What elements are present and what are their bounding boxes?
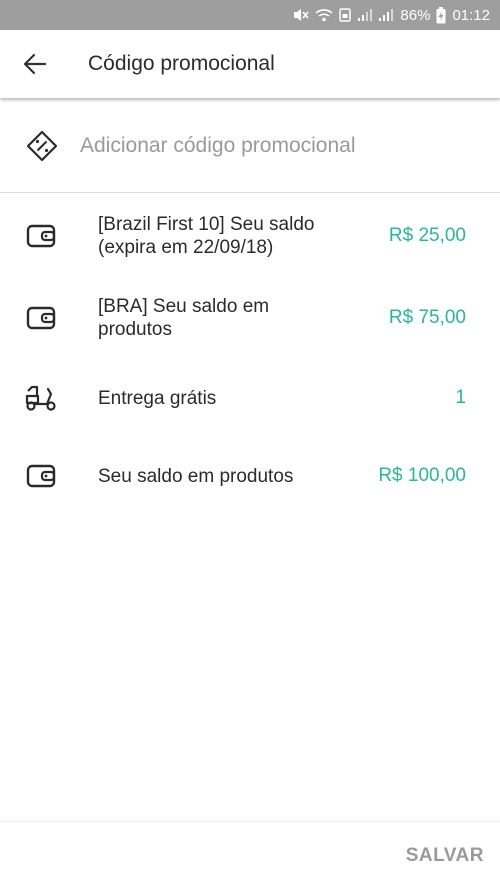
signal-icon-2 (379, 9, 394, 21)
list-item-value: R$ 75,00 (388, 307, 466, 328)
list-item: Entrega grátis 1 (0, 383, 500, 413)
arrow-left-icon (23, 53, 47, 75)
page-title: Código promocional (88, 52, 275, 75)
list-item-value: 1 (455, 387, 466, 408)
battery-charging-icon (436, 6, 446, 23)
status-icons (292, 7, 394, 23)
list-item-label: Seu saldo em produtos (98, 465, 294, 487)
list-item-label: [Brazil First 10] Seu saldo (expira em 2… (98, 214, 315, 258)
back-button[interactable] (0, 30, 70, 98)
status-time: 01:12 (452, 6, 490, 24)
sim-icon (339, 8, 352, 22)
promo-tag-icon-wrap (2, 129, 82, 163)
promo-code-input[interactable]: Adicionar código promocional (0, 100, 500, 193)
scooter-icon (25, 385, 56, 411)
bottom-bar: SALVAR (0, 821, 500, 889)
battery-percent: 86% (400, 6, 431, 24)
app-bar: Código promocional (0, 30, 500, 98)
list-item-label: [BRA] Seu saldo em produtos (98, 296, 270, 340)
mute-icon (294, 9, 310, 21)
list-item-value: R$ 100,00 (378, 465, 466, 486)
list-item-value: R$ 25,00 (388, 225, 466, 246)
status-bar: 86% 01:12 (0, 0, 500, 30)
discount-tag-icon (26, 130, 58, 162)
promo-code-placeholder: Adicionar código promocional (80, 134, 356, 157)
list-item: [Brazil First 10] Seu saldo (expira em 2… (0, 212, 500, 260)
save-button[interactable]: SALVAR (400, 843, 500, 868)
wallet-icon (26, 306, 56, 330)
wallet-icon (26, 224, 56, 248)
list-item: [BRA] Seu saldo em produtos R$ 75,00 (0, 294, 500, 342)
wifi-icon (315, 9, 333, 22)
signal-icon (358, 9, 373, 21)
list-item-label: Entrega grátis (98, 387, 217, 409)
wallet-icon (26, 464, 56, 488)
list-item: Seu saldo em produtos R$ 100,00 (0, 461, 500, 491)
